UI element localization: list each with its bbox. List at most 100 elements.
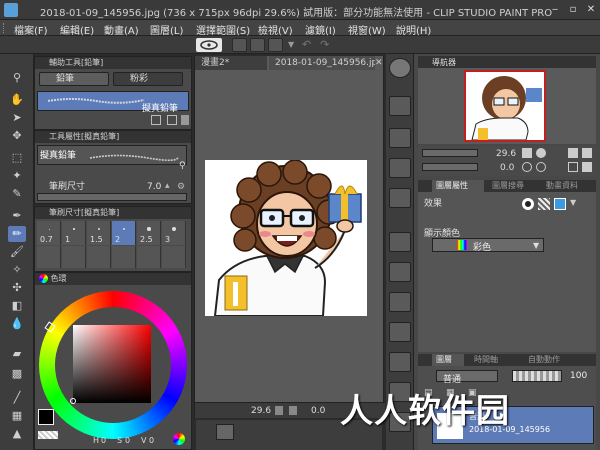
navigator-zoom-value[interactable]: 29.6 xyxy=(496,149,516,159)
menu-filter[interactable]: 濾鏡(I) xyxy=(305,22,336,37)
undo-icon[interactable]: ↶ xyxy=(302,38,311,51)
saturation-value-square[interactable] xyxy=(73,325,151,403)
zoom-out-nav-icon[interactable] xyxy=(522,148,532,158)
duplicate-tool-icon[interactable] xyxy=(151,115,161,125)
tab-doc-manga[interactable]: 漫畫2* xyxy=(195,56,267,70)
eraser-tool-icon[interactable]: ◧ xyxy=(8,298,26,314)
material-icon[interactable] xyxy=(389,96,411,116)
brush-size-cell-empty[interactable] xyxy=(62,246,86,268)
canvas-image[interactable] xyxy=(205,159,367,317)
brush-size-slider[interactable] xyxy=(37,193,187,201)
operation-tool-icon[interactable]: ➤ xyxy=(8,110,26,126)
effect-border-icon[interactable] xyxy=(522,198,534,210)
rotate-right-icon[interactable] xyxy=(536,162,546,172)
color-mode-icon[interactable] xyxy=(173,433,185,445)
brush-size-dropdown-icon[interactable]: ▴ xyxy=(165,181,170,191)
brush-size-pressure-icon[interactable]: ⚙ xyxy=(177,182,185,192)
close-button[interactable]: ✕ xyxy=(584,3,598,16)
brush-size-cell[interactable]: 0.7 xyxy=(37,221,61,245)
material-folder-icon-3[interactable] xyxy=(389,188,411,208)
navigator-preview[interactable] xyxy=(418,68,596,144)
navigator-zoom-slider[interactable] xyxy=(422,149,478,157)
flip-horizontal-icon[interactable] xyxy=(582,148,592,158)
tab-doc-image[interactable]: 2018-01-09_145956.jpg xyxy=(269,56,375,70)
menu-animation[interactable]: 動畫(A) xyxy=(104,22,139,37)
tab-layer-search[interactable]: 圖層搜尋 xyxy=(488,180,540,192)
brush-size-cell-empty[interactable] xyxy=(87,246,111,268)
value-value[interactable]: 0 xyxy=(149,436,154,445)
brush-size-value[interactable]: 7.0 xyxy=(147,182,161,192)
reset-rotation-icon[interactable] xyxy=(568,162,578,172)
material-folder-icon-4[interactable] xyxy=(389,232,411,252)
menu-layer[interactable]: 圖層(L) xyxy=(150,22,183,37)
menu-window[interactable]: 視窗(W) xyxy=(348,22,386,37)
flip-vertical-icon[interactable] xyxy=(582,162,592,172)
saturation-value[interactable]: 0 xyxy=(125,436,130,445)
material-folder-icon-7[interactable] xyxy=(389,322,411,342)
hue-value[interactable]: 0 xyxy=(101,436,106,445)
material-folder-icon-2[interactable] xyxy=(389,158,411,178)
canvas-zoom-value[interactable]: 29.6 xyxy=(251,406,271,416)
redo-icon[interactable]: ↷ xyxy=(320,38,329,51)
blend-mode-select[interactable]: 普通 xyxy=(436,370,498,385)
gradient-tool-icon[interactable]: ▩ xyxy=(8,366,26,382)
brush-size-cell[interactable]: 2.5 xyxy=(137,221,161,245)
main-color-swatch[interactable] xyxy=(38,409,54,425)
blend-tool-icon[interactable]: 💧 xyxy=(8,316,26,332)
brush-size-cell[interactable]: 2 xyxy=(112,221,136,245)
brush-item-real-pencil[interactable]: 擬真鉛筆 xyxy=(37,91,189,114)
effect-tone-icon[interactable] xyxy=(538,198,550,210)
opacity-slider[interactable] xyxy=(512,370,562,382)
tab-animation-data[interactable]: 動畫資料 xyxy=(542,180,596,192)
move-tool-icon[interactable]: ✋ xyxy=(8,92,26,108)
opacity-value[interactable]: 100 xyxy=(570,371,587,381)
material-folder-icon-8[interactable] xyxy=(389,352,411,372)
tab-pencil[interactable]: 鉛筆 xyxy=(39,72,109,86)
navigator-rotation-slider[interactable] xyxy=(422,163,478,171)
clip-studio-button[interactable] xyxy=(196,38,222,52)
canvas-rotation-value[interactable]: 0.0 xyxy=(311,406,325,416)
layer-move-tool-icon[interactable]: ✥ xyxy=(8,128,26,144)
eyedropper-tool-icon[interactable]: ✎ xyxy=(8,186,26,202)
brush-size-cell-empty[interactable] xyxy=(162,246,186,268)
effect-layer-color-icon[interactable] xyxy=(554,198,566,210)
tab-timeline[interactable]: 時間軸 xyxy=(470,354,518,366)
timeline-button[interactable] xyxy=(216,424,234,440)
tab-auto-action[interactable]: 自動動作 xyxy=(524,354,584,366)
menu-selection[interactable]: 選擇範圍(S) xyxy=(196,22,250,37)
minimize-button[interactable]: ‒ xyxy=(548,3,562,16)
material-folder-icon-6[interactable] xyxy=(389,292,411,312)
menu-file[interactable]: 檔案(F) xyxy=(14,22,48,37)
transparent-swatch[interactable] xyxy=(38,431,58,439)
tab-layer-property[interactable]: 圖層屬性 xyxy=(432,180,484,192)
brush-size-cell-empty[interactable] xyxy=(137,246,161,268)
effect-dropdown-icon[interactable]: ▼ xyxy=(570,198,576,207)
fill-tool-icon[interactable]: ▰ xyxy=(8,346,26,362)
navigator-viewport[interactable] xyxy=(464,70,546,142)
sv-cursor[interactable] xyxy=(70,398,76,404)
brush-size-cell-empty[interactable] xyxy=(112,246,136,268)
pencil-tool-icon[interactable]: ✏ xyxy=(8,226,26,242)
material-folder-icon[interactable] xyxy=(389,128,411,148)
new-subtool-icon[interactable] xyxy=(167,115,177,125)
display-color-select[interactable]: 彩色 ▼ xyxy=(432,238,544,253)
menu-view[interactable]: 檢視(V) xyxy=(258,22,293,37)
open-file-button[interactable] xyxy=(250,38,265,52)
save-button[interactable] xyxy=(268,38,283,52)
auto-select-tool-icon[interactable]: ✦ xyxy=(8,168,26,184)
navigator-rotation-value[interactable]: 0.0 xyxy=(500,163,514,173)
brush-size-cell[interactable]: 3 xyxy=(162,221,186,245)
figure-tool-icon[interactable]: ╱ xyxy=(8,390,26,406)
tool-settings-icon[interactable]: ⚲ xyxy=(179,161,186,171)
tab-pastel[interactable]: 粉彩 xyxy=(113,72,183,86)
new-file-button[interactable] xyxy=(232,38,247,52)
text-tool-icon[interactable]: ▲ xyxy=(8,426,26,442)
brush-size-cell-empty[interactable] xyxy=(37,246,61,268)
close-doc-icon[interactable]: ✕ xyxy=(375,58,383,68)
fit-window-icon[interactable] xyxy=(568,148,578,158)
tab-layer[interactable]: 圖層 xyxy=(432,354,464,366)
search-icon[interactable] xyxy=(389,58,411,78)
brush-size-cell[interactable]: 1.5 xyxy=(87,221,111,245)
save-dropdown-icon[interactable]: ▼ xyxy=(288,40,294,49)
maximize-button[interactable]: ▫ xyxy=(566,3,580,16)
